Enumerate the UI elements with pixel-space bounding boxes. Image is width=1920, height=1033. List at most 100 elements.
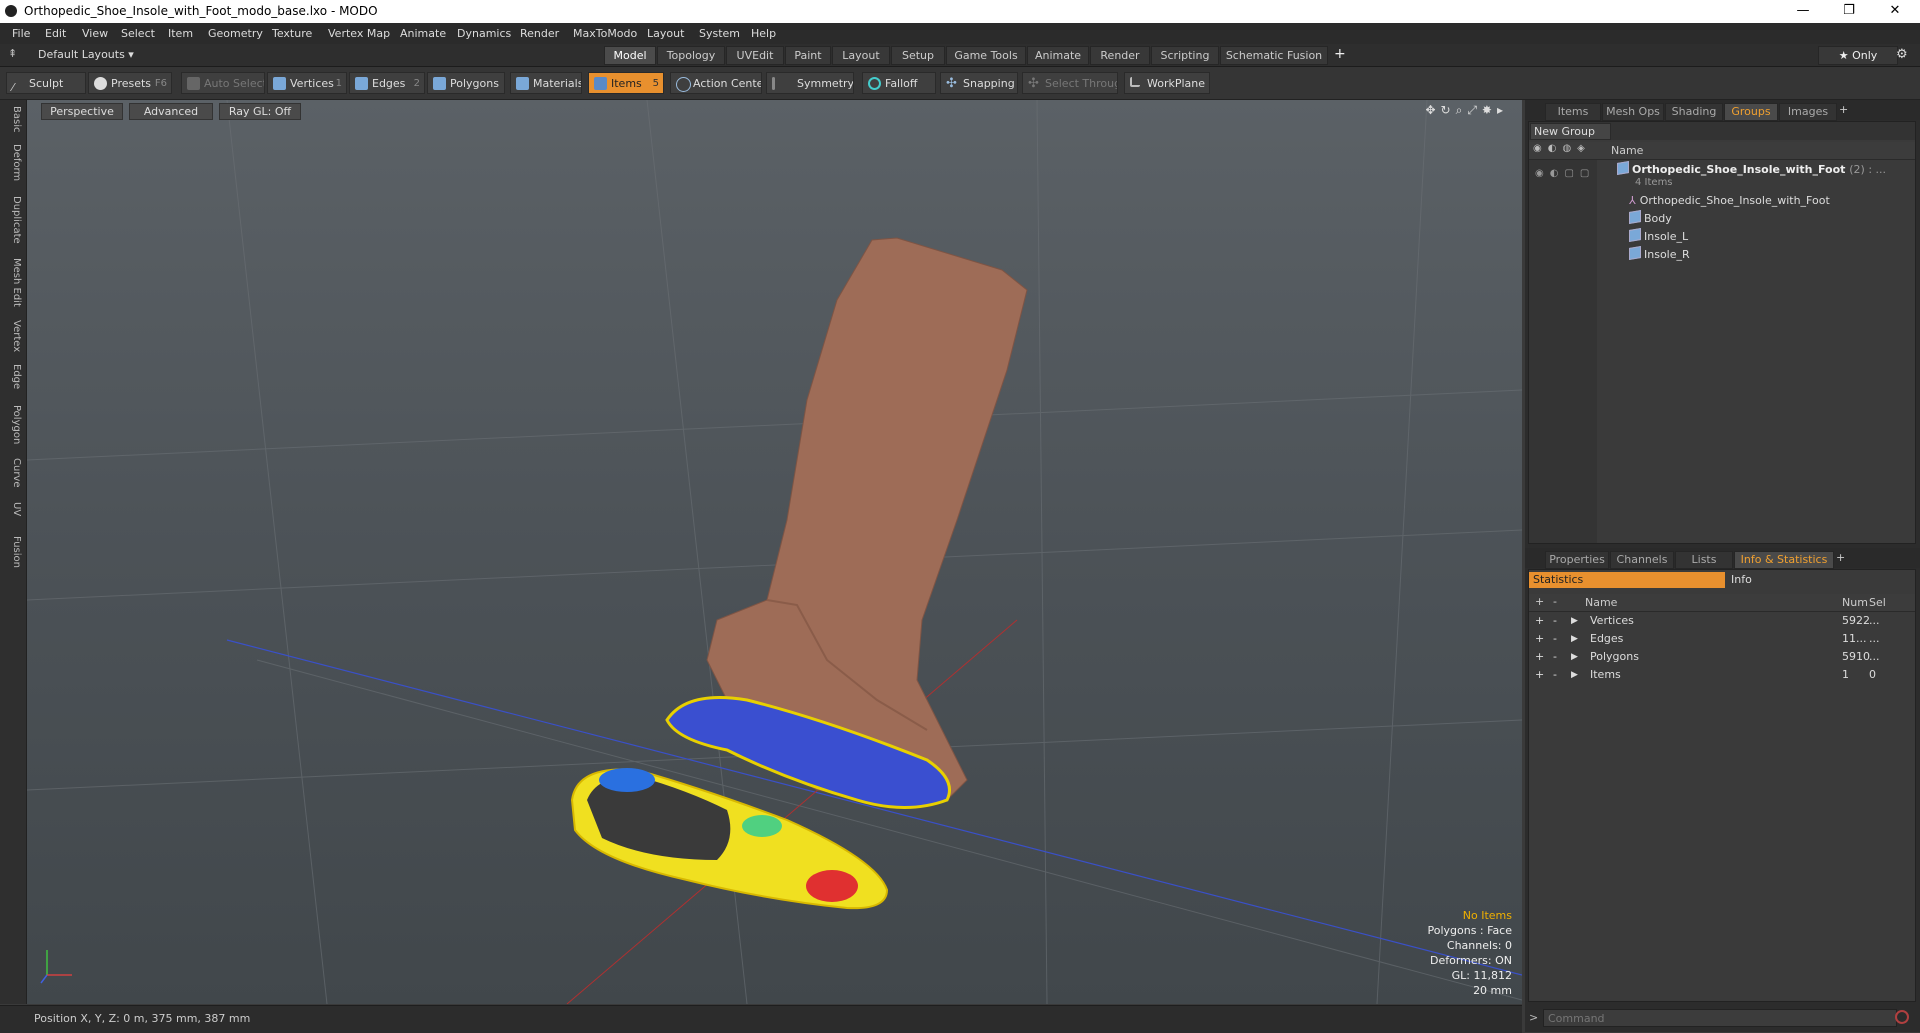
collapse-icon[interactable]: ⇞ bbox=[8, 48, 20, 60]
auto-select-button[interactable]: Auto Select bbox=[181, 72, 265, 94]
close-button[interactable]: ✕ bbox=[1872, 0, 1918, 23]
menu-edit[interactable]: Edit bbox=[45, 27, 66, 40]
tab-groups[interactable]: Groups bbox=[1724, 103, 1778, 121]
command-input[interactable] bbox=[1543, 1009, 1897, 1027]
record-icon[interactable] bbox=[1895, 1010, 1909, 1024]
left-tab-uv[interactable]: UV bbox=[4, 502, 22, 516]
vertices-button[interactable]: Vertices 1 bbox=[267, 72, 347, 94]
3d-viewport[interactable]: Perspective Advanced Ray GL: Off ✥↻⌕⤢✸▸ … bbox=[27, 100, 1522, 1004]
tab-shading[interactable]: Shading bbox=[1665, 103, 1723, 121]
left-tab-fusion[interactable]: Fusion bbox=[4, 536, 22, 568]
group-child-insole-r[interactable]: Insole_R bbox=[1629, 245, 1690, 264]
tab-channels[interactable]: Channels bbox=[1610, 551, 1674, 569]
menu-dynamics[interactable]: Dynamics bbox=[457, 27, 511, 40]
table-row[interactable]: + - ▶ Items 1 0 bbox=[1529, 666, 1915, 684]
tab-images[interactable]: Images bbox=[1779, 103, 1837, 121]
workplane-icon bbox=[1130, 77, 1140, 87]
left-tab-duplicate[interactable]: Duplicate bbox=[4, 196, 22, 244]
left-tab-mesh-edit[interactable]: Mesh Edit bbox=[4, 258, 22, 307]
collapse-all-icon[interactable]: - bbox=[1553, 595, 1557, 608]
table-row[interactable]: + - ▶ Vertices 5922 ... bbox=[1529, 612, 1915, 630]
add-panel-tab-button[interactable]: + bbox=[1839, 103, 1848, 116]
workplane-button[interactable]: WorkPlane bbox=[1124, 72, 1210, 94]
layout-selector[interactable]: Default Layouts ▾ bbox=[38, 48, 134, 61]
group-child-body[interactable]: Body bbox=[1629, 209, 1672, 228]
table-row[interactable]: + - ▶ Edges 11... ... bbox=[1529, 630, 1915, 648]
tab-properties[interactable]: Properties bbox=[1545, 551, 1609, 569]
row-expand-icon[interactable]: + bbox=[1535, 648, 1544, 666]
row-expand-icon[interactable]: + bbox=[1535, 612, 1544, 630]
tab-model[interactable]: Model bbox=[604, 46, 656, 65]
items-button[interactable]: Items 5 bbox=[588, 72, 664, 94]
tab-mesh-ops[interactable]: Mesh Ops bbox=[1602, 103, 1664, 121]
tab-game-tools[interactable]: Game Tools bbox=[946, 46, 1026, 65]
gear-icon[interactable]: ⚙ bbox=[1896, 47, 1908, 62]
tab-layout[interactable]: Layout bbox=[832, 46, 890, 65]
tab-uvedit[interactable]: UVEdit bbox=[726, 46, 784, 65]
tab-lists[interactable]: Lists bbox=[1675, 551, 1733, 569]
menu-render[interactable]: Render bbox=[520, 27, 559, 40]
expand-all-icon[interactable]: + bbox=[1535, 595, 1544, 608]
left-tab-deform[interactable]: Deform bbox=[4, 144, 22, 181]
menu-help[interactable]: Help bbox=[751, 27, 776, 40]
menu-system[interactable]: System bbox=[699, 27, 740, 40]
add-tab-button[interactable]: + bbox=[1334, 46, 1346, 62]
shading-mode-button[interactable]: Advanced bbox=[129, 103, 213, 120]
sculpt-button[interactable]: ⁄ Sculpt bbox=[6, 72, 86, 94]
snapping-button[interactable]: ✣ Snapping bbox=[940, 72, 1018, 94]
polygons-button[interactable]: Polygons bbox=[427, 72, 505, 94]
tab-items[interactable]: Items bbox=[1545, 103, 1601, 121]
row-arrow-icon[interactable]: ▶ bbox=[1571, 666, 1578, 684]
row-expand-icon[interactable]: + bbox=[1535, 666, 1544, 684]
presets-button[interactable]: Presets F6 bbox=[88, 72, 172, 94]
menu-animate[interactable]: Animate bbox=[400, 27, 446, 40]
new-group-button[interactable]: New Group bbox=[1530, 123, 1611, 140]
menu-file[interactable]: File bbox=[12, 27, 30, 40]
left-tab-basic[interactable]: Basic bbox=[4, 106, 22, 132]
menu-vertex-map[interactable]: Vertex Map bbox=[328, 27, 390, 40]
materials-button[interactable]: Materials bbox=[510, 72, 582, 94]
tab-paint[interactable]: Paint bbox=[785, 46, 831, 65]
tab-scripting[interactable]: Scripting bbox=[1151, 46, 1219, 65]
left-tab-vertex[interactable]: Vertex bbox=[4, 320, 22, 352]
row-expand-icon[interactable]: + bbox=[1535, 630, 1544, 648]
add-panel-tab-button-2[interactable]: + bbox=[1836, 551, 1845, 564]
row-arrow-icon[interactable]: ▶ bbox=[1571, 648, 1578, 666]
maximize-button[interactable]: ❐ bbox=[1826, 0, 1872, 23]
view-mode-button[interactable]: Perspective bbox=[41, 103, 123, 120]
menu-maxtomodo[interactable]: MaxToModo bbox=[573, 27, 637, 40]
table-row[interactable]: + - ▶ Polygons 5910 ... bbox=[1529, 648, 1915, 666]
row-arrow-icon[interactable]: ▶ bbox=[1571, 612, 1578, 630]
tab-topology[interactable]: Topology bbox=[657, 46, 725, 65]
select-through-button[interactable]: ✣Select Through bbox=[1022, 72, 1118, 94]
tab-info-statistics[interactable]: Info & Statistics bbox=[1734, 551, 1834, 569]
info-subtab[interactable]: Info bbox=[1727, 572, 1911, 588]
action-center-button[interactable]: Action Center bbox=[670, 72, 762, 94]
tab-schematic-fusion[interactable]: Schematic Fusion bbox=[1220, 46, 1328, 65]
minimize-button[interactable]: — bbox=[1780, 0, 1826, 23]
only-toggle[interactable]: ★ Only bbox=[1818, 46, 1898, 65]
menu-layout[interactable]: Layout bbox=[647, 27, 684, 40]
symmetry-button[interactable]: Symmetry bbox=[766, 72, 854, 94]
menu-geometry[interactable]: Geometry bbox=[208, 27, 263, 40]
menu-texture[interactable]: Texture bbox=[272, 27, 312, 40]
left-tab-polygon[interactable]: Polygon bbox=[4, 405, 22, 444]
left-tab-edge[interactable]: Edge bbox=[4, 364, 22, 389]
falloff-button[interactable]: Falloff bbox=[862, 72, 936, 94]
group-child-insole-l[interactable]: Insole_L bbox=[1629, 227, 1688, 246]
info-deformers: Deformers: ON bbox=[1430, 954, 1512, 967]
group-child-scene[interactable]: ⅄ Orthopedic_Shoe_Insole_with_Foot bbox=[1629, 192, 1830, 210]
left-tab-curve[interactable]: Curve bbox=[4, 458, 22, 488]
menu-select[interactable]: Select bbox=[121, 27, 155, 40]
viewport-nav-icons[interactable]: ✥↻⌕⤢✸▸ bbox=[1425, 103, 1508, 118]
group-row-toggles[interactable]: ◉◐▢▢ bbox=[1535, 168, 1595, 179]
tab-setup[interactable]: Setup bbox=[891, 46, 945, 65]
edges-button[interactable]: Edges 2 bbox=[349, 72, 425, 94]
row-arrow-icon[interactable]: ▶ bbox=[1571, 630, 1578, 648]
menu-view[interactable]: View bbox=[82, 27, 108, 40]
raygl-button[interactable]: Ray GL: Off bbox=[219, 103, 301, 120]
tab-animate[interactable]: Animate bbox=[1027, 46, 1089, 65]
menu-item[interactable]: Item bbox=[168, 27, 193, 40]
statistics-subtab[interactable]: Statistics bbox=[1529, 572, 1725, 588]
tab-render[interactable]: Render bbox=[1090, 46, 1150, 65]
